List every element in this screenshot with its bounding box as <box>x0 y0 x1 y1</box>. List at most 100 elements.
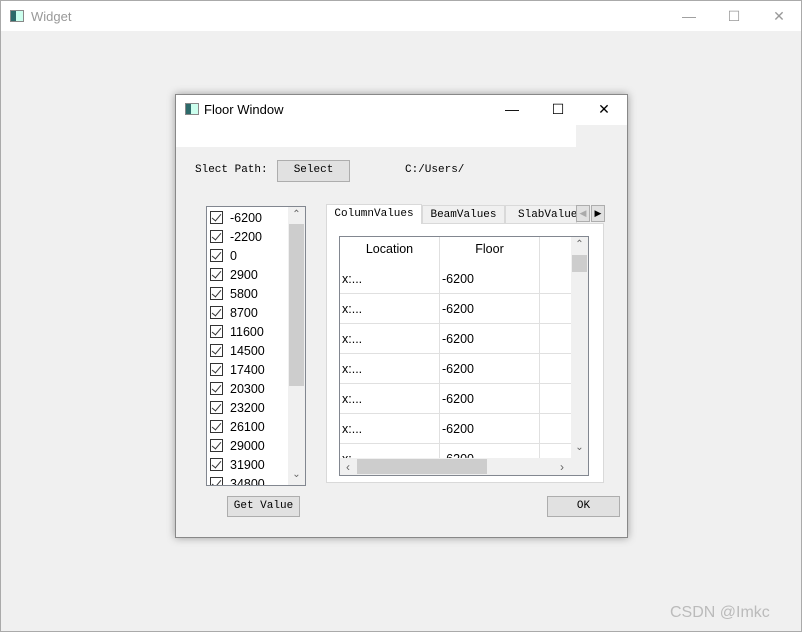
tab-pane: Location Floor ⌃ ⌄ ‹ › x:... -6200 x:... -6… <box>326 223 604 483</box>
cell-floor[interactable]: -6200 <box>440 354 540 384</box>
cell-location[interactable]: x:... <box>340 324 440 354</box>
checkbox-checked-icon[interactable] <box>210 230 223 243</box>
floor-item[interactable]: 5800 <box>210 284 258 303</box>
tab-slabvalues[interactable]: SlabValues <box>505 205 577 224</box>
checkbox-checked-icon[interactable] <box>210 268 223 281</box>
floor-item[interactable]: 17400 <box>210 360 265 379</box>
floor-checklist[interactable]: 34800 31900 29000 26100 23200 20300 17400 14500… <box>206 206 306 486</box>
list-scrollbar[interactable]: ⌃ ⌄ <box>288 207 305 485</box>
tab-scroll-right-icon[interactable]: ▶ <box>591 205 605 222</box>
scroll-up-icon[interactable]: ⌃ <box>288 209 305 220</box>
path-value: C:/Users/ <box>405 164 465 176</box>
cell-floor[interactable]: -6200 <box>440 324 540 354</box>
dialog-title: Floor Window <box>204 102 284 117</box>
scroll-down-icon[interactable]: ⌄ <box>288 469 305 480</box>
floor-item[interactable]: 34800 <box>210 474 265 485</box>
window-title: Widget <box>31 9 72 24</box>
select-path-label: Slect Path: <box>195 164 268 176</box>
close-icon[interactable]: ✕ <box>596 101 612 117</box>
cell-empty[interactable] <box>540 324 572 354</box>
cell-location[interactable]: x:... <box>340 414 440 444</box>
scroll-left-icon[interactable]: ‹ <box>342 460 354 474</box>
floor-item[interactable]: 14500 <box>210 341 265 360</box>
minimize-icon[interactable]: — <box>681 8 697 24</box>
floor-item[interactable]: 11600 <box>210 322 264 341</box>
scroll-thumb[interactable] <box>572 255 587 272</box>
cell-floor[interactable]: -6200 <box>440 384 540 414</box>
floor-label: 17400 <box>230 362 265 377</box>
title-bar: Widget — ☐ ✕ <box>1 1 801 31</box>
cell-floor[interactable]: -6200 <box>440 294 540 324</box>
cell-location[interactable]: x:... <box>340 354 440 384</box>
app-icon <box>10 10 24 22</box>
floor-label: 31900 <box>230 457 265 472</box>
checkbox-checked-icon[interactable] <box>210 344 223 357</box>
checkbox-checked-icon[interactable] <box>210 439 223 452</box>
dialog-title-bar: Floor Window — ☐ ✕ <box>176 95 627 125</box>
floor-item[interactable]: 2900 <box>210 265 258 284</box>
floor-item[interactable]: 0 <box>210 246 237 265</box>
floor-label: 23200 <box>230 400 265 415</box>
minimize-icon[interactable]: — <box>504 101 520 117</box>
scroll-thumb[interactable] <box>357 459 487 474</box>
scroll-up-icon[interactable]: ⌃ <box>571 239 588 250</box>
floor-item[interactable]: 20300 <box>210 379 265 398</box>
cell-empty[interactable] <box>540 384 572 414</box>
checkbox-checked-icon[interactable] <box>210 401 223 414</box>
checkbox-checked-icon[interactable] <box>210 325 223 338</box>
checkbox-checked-icon[interactable] <box>210 458 223 471</box>
cell-empty[interactable] <box>540 264 572 294</box>
cell-floor[interactable]: -6200 <box>440 264 540 294</box>
checkbox-checked-icon[interactable] <box>210 287 223 300</box>
menu-bar <box>176 125 576 147</box>
tab-columnvalues[interactable]: ColumnValues <box>326 204 422 224</box>
header-location[interactable]: Location <box>340 237 440 264</box>
maximize-icon[interactable]: ☐ <box>726 8 742 24</box>
floor-item[interactable]: -2200 <box>210 227 262 246</box>
cell-floor[interactable]: -6200 <box>440 414 540 444</box>
cell-location[interactable]: x:... <box>340 294 440 324</box>
header-floor[interactable]: Floor <box>440 237 540 264</box>
ok-button[interactable]: OK <box>547 496 620 517</box>
checkbox-checked-icon[interactable] <box>210 382 223 395</box>
cell-empty[interactable] <box>540 354 572 384</box>
scroll-down-icon[interactable]: ⌄ <box>571 442 588 453</box>
floor-item[interactable]: 29000 <box>210 436 265 455</box>
checkbox-checked-icon[interactable] <box>210 306 223 319</box>
floor-label: 14500 <box>230 343 265 358</box>
floor-label: 0 <box>230 248 237 263</box>
floor-item[interactable]: 23200 <box>210 398 265 417</box>
cell-location[interactable]: x:... <box>340 264 440 294</box>
close-icon[interactable]: ✕ <box>771 8 787 24</box>
header-extra[interactable] <box>540 237 572 264</box>
floor-item[interactable]: 8700 <box>210 303 258 322</box>
table-vscrollbar[interactable]: ⌃ ⌄ <box>571 237 588 458</box>
cell-empty[interactable] <box>540 414 572 444</box>
checkbox-checked-icon[interactable] <box>210 477 223 485</box>
scroll-right-icon[interactable]: › <box>556 460 568 474</box>
get-value-button[interactable]: Get Value <box>227 496 300 517</box>
tab-beamvalues[interactable]: BeamValues <box>422 205 505 224</box>
cell-empty[interactable] <box>540 294 572 324</box>
floor-label: 11600 <box>230 324 264 339</box>
floor-window-dialog: Floor Window — ☐ ✕ Slect Path: Select C:… <box>175 94 628 538</box>
select-button[interactable]: Select <box>277 160 350 182</box>
watermark: CSDN @Imkc <box>670 604 770 621</box>
table-hscrollbar[interactable]: ‹ › <box>340 458 588 475</box>
checkbox-checked-icon[interactable] <box>210 211 223 224</box>
scroll-thumb[interactable] <box>289 224 304 386</box>
floor-label: 29000 <box>230 438 265 453</box>
floor-label: 26100 <box>230 419 265 434</box>
floor-item[interactable]: -6200 <box>210 208 262 227</box>
cell-location[interactable]: x:... <box>340 384 440 414</box>
floor-item[interactable]: 31900 <box>210 455 265 474</box>
dialog-app-icon <box>185 103 199 115</box>
floor-item[interactable]: 26100 <box>210 417 265 436</box>
checkbox-checked-icon[interactable] <box>210 363 223 376</box>
tab-scroll-left-icon[interactable]: ◀ <box>576 205 590 222</box>
floor-label: 2900 <box>230 267 258 282</box>
floor-label: -6200 <box>230 210 262 225</box>
checkbox-checked-icon[interactable] <box>210 249 223 262</box>
maximize-icon[interactable]: ☐ <box>550 101 566 117</box>
checkbox-checked-icon[interactable] <box>210 420 223 433</box>
